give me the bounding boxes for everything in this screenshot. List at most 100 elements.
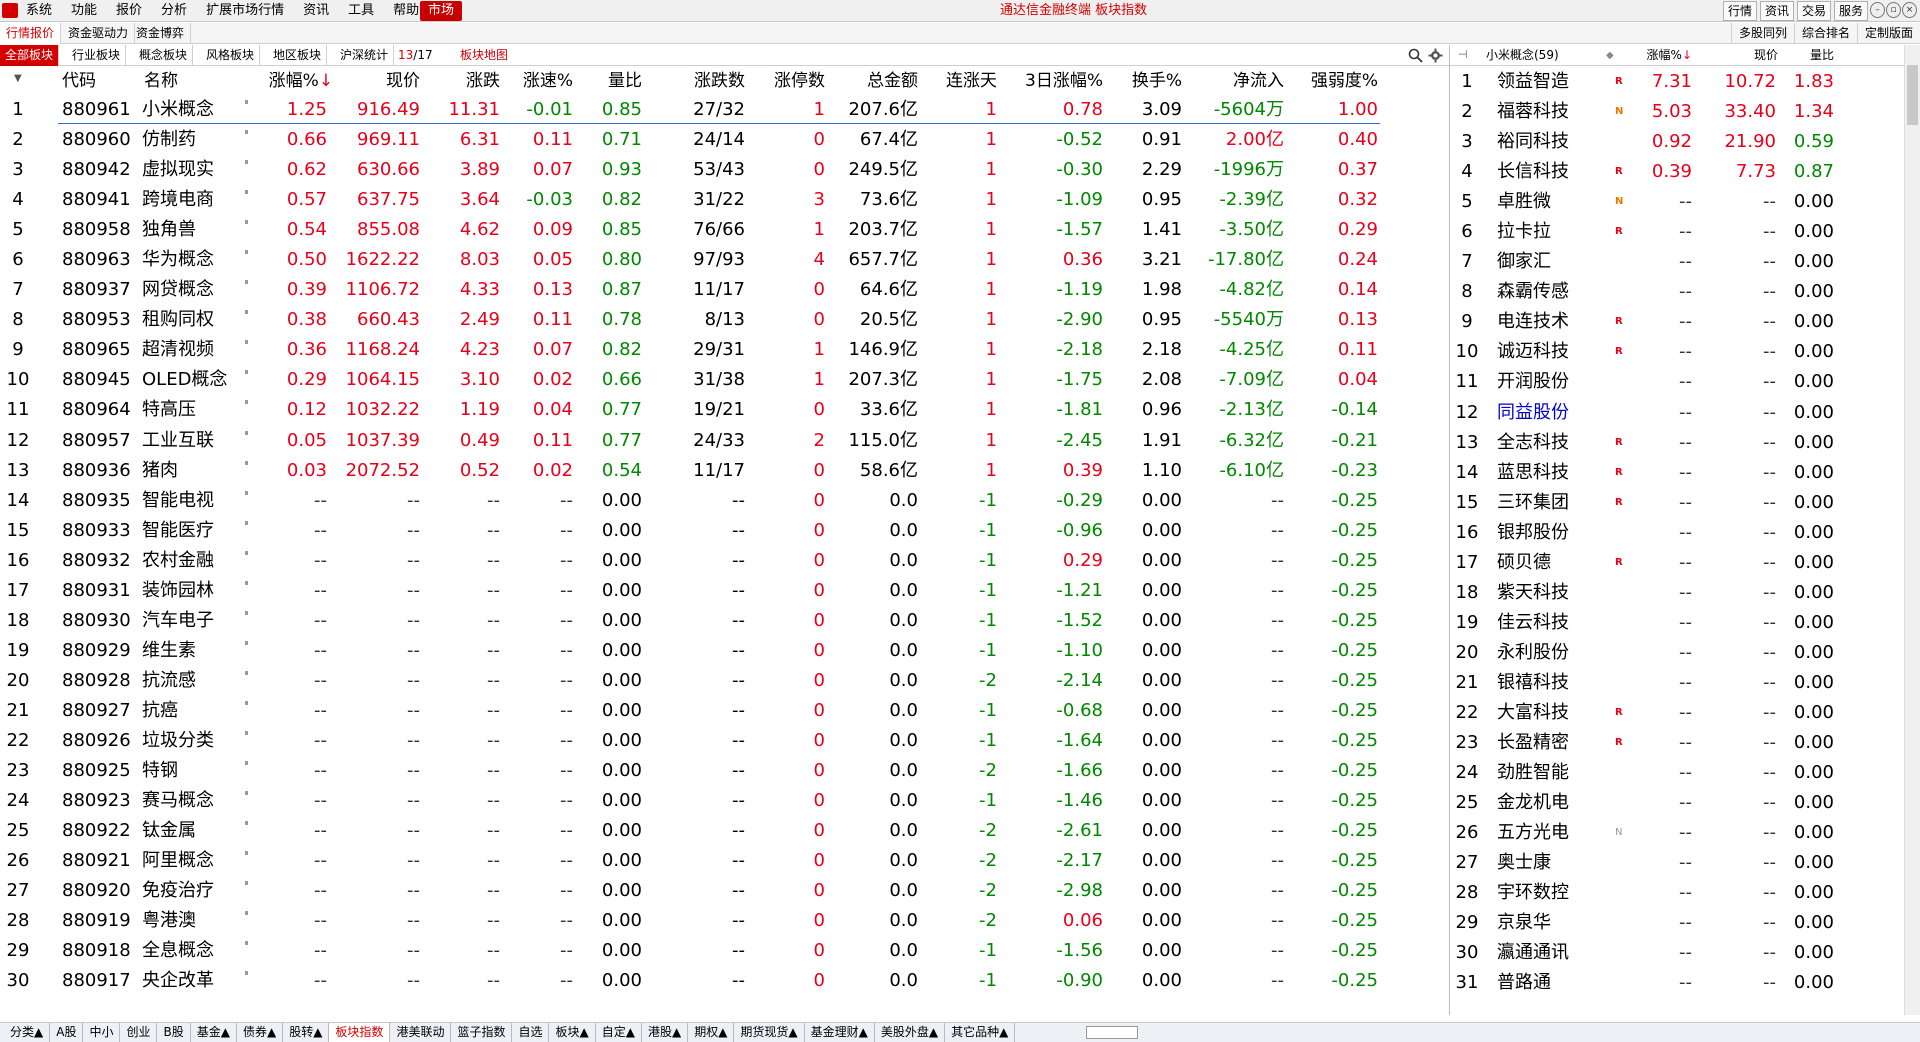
panel-splitter[interactable] bbox=[1449, 45, 1450, 1015]
sector-tab-3[interactable]: 风格板块 bbox=[201, 45, 261, 66]
gear-icon[interactable] bbox=[1428, 48, 1443, 63]
header-up-down-count[interactable]: 涨跌数 bbox=[650, 67, 745, 95]
sector-heatmap-link[interactable]: 板块地图 bbox=[460, 45, 508, 66]
table-row[interactable]: 21 880927 抗癌 -- -- -- -- 0.00 -- 0 0.0 -1 -0.68 0.00 -… bbox=[0, 696, 1449, 726]
constituent-row[interactable]: 14 蓝思科技 R -- -- 0.00 bbox=[1451, 458, 1903, 488]
constituent-row[interactable]: 23 长盈精密 R -- -- 0.00 bbox=[1451, 728, 1903, 758]
constituent-row[interactable]: 17 硕贝德 R -- -- 0.00 bbox=[1451, 548, 1903, 578]
table-row[interactable]: 11 880964 特高压 0.12 1032.22 1.19 0.04 0.77 19/21 0… bbox=[0, 395, 1449, 425]
constituent-row[interactable]: 25 金龙机电 -- -- 0.00 bbox=[1451, 788, 1903, 818]
constituent-row[interactable]: 28 宇环数控 -- -- 0.00 bbox=[1451, 878, 1903, 908]
sector-tab-2[interactable]: 概念板块 bbox=[134, 45, 194, 66]
bottom-tab-6[interactable]: 债券▲ bbox=[237, 1023, 284, 1042]
bottom-tab-2[interactable]: 中小 bbox=[83, 1023, 121, 1042]
top-button-2[interactable]: 交易 bbox=[1796, 1, 1831, 21]
sort-dropdown-icon[interactable]: ▼ bbox=[14, 73, 22, 84]
menu-item-7[interactable]: 帮助 bbox=[393, 0, 419, 22]
menu-item-1[interactable]: 功能 bbox=[71, 0, 97, 22]
header-3day-pct[interactable]: 3日涨幅% bbox=[1005, 67, 1103, 95]
constituent-row[interactable]: 9 电连技术 R -- -- 0.00 bbox=[1451, 307, 1903, 337]
table-row[interactable]: 1 880961 小米概念 1.25 916.49 11.31 -0.01 0.85 27/32… bbox=[0, 95, 1449, 125]
close-icon[interactable]: × bbox=[1902, 2, 1917, 18]
menu-item-6[interactable]: 工具 bbox=[348, 0, 374, 22]
menu-item-2[interactable]: 报价 bbox=[116, 0, 142, 22]
header-change[interactable]: 涨跌 bbox=[430, 67, 500, 95]
table-row[interactable]: 13 880936 猪肉 0.03 2072.52 0.52 0.02 0.54 11/17 0 5… bbox=[0, 456, 1449, 486]
table-row[interactable]: 29 880918 全息概念 -- -- -- -- 0.00 -- 0 0.0 -1 -1.56 0.0… bbox=[0, 936, 1449, 966]
header-limit-up-count[interactable]: 涨停数 bbox=[755, 67, 825, 95]
layout-tab-2[interactable]: 定制版面 bbox=[1856, 23, 1920, 44]
header-code[interactable]: 代码 bbox=[62, 67, 102, 95]
bottom-tab-3[interactable]: 创业 bbox=[120, 1023, 158, 1042]
bottom-tab-13[interactable]: 自定▲ bbox=[596, 1023, 642, 1042]
constituent-row[interactable]: 2 福蓉科技 N 5.03 33.40 1.34 bbox=[1451, 97, 1903, 127]
header-net-inflow[interactable]: 净流入 bbox=[1190, 67, 1284, 95]
constituent-row[interactable]: 11 开润股份 -- -- 0.00 bbox=[1451, 367, 1903, 397]
table-row[interactable]: 23 880925 特钢 -- -- -- -- 0.00 -- 0 0.0 -2 -1.66 0.00 -… bbox=[0, 756, 1449, 786]
constituent-row[interactable]: 21 银禧科技 -- -- 0.00 bbox=[1451, 668, 1903, 698]
constituent-row[interactable]: 29 京泉华 -- -- 0.00 bbox=[1451, 908, 1903, 938]
table-row[interactable]: 6 880963 华为概念 0.50 1622.22 8.03 0.05 0.80 97/93 4… bbox=[0, 245, 1449, 275]
header-turnover[interactable]: 换手% bbox=[1110, 67, 1182, 95]
table-row[interactable]: 16 880932 农村金融 -- -- -- -- 0.00 -- 0 0.0 -1 0.29 0.00… bbox=[0, 546, 1449, 576]
table-row[interactable]: 3 880942 虚拟现实 0.62 630.66 3.89 0.07 0.93 53/43 0 2… bbox=[0, 155, 1449, 185]
sector-tab-0[interactable]: 全部板块 bbox=[0, 45, 60, 66]
app-logo-icon[interactable] bbox=[2, 3, 18, 18]
minimize-icon[interactable]: – bbox=[1870, 2, 1885, 18]
constituent-row[interactable]: 13 全志科技 R -- -- 0.00 bbox=[1451, 428, 1903, 458]
table-row[interactable]: 19 880929 维生素 -- -- -- -- 0.00 -- 0 0.0 -1 -1.10 0.00… bbox=[0, 636, 1449, 666]
view-tab-0[interactable]: 行情报价 bbox=[0, 23, 62, 44]
bottom-tab-16[interactable]: 期货现货▲ bbox=[734, 1023, 805, 1042]
constituent-row[interactable]: 4 长信科技 R 0.39 7.73 0.87 bbox=[1451, 157, 1903, 187]
table-row[interactable]: 28 880919 粤港澳 -- -- -- -- 0.00 -- 0 0.0 -2 0.06 0.00 -… bbox=[0, 906, 1449, 936]
view-tab-2[interactable]: 资金博弈 bbox=[130, 23, 192, 44]
bottom-tab-0[interactable]: 分类▲ bbox=[4, 1023, 51, 1042]
pin-icon[interactable]: ⊣ bbox=[1458, 48, 1468, 61]
bottom-tab-19[interactable]: 其它品种▲ bbox=[945, 1023, 1016, 1042]
table-row[interactable]: 22 880926 垃圾分类 -- -- -- -- 0.00 -- 0 0.0 -1 -1.64 0.0… bbox=[0, 726, 1449, 756]
constituent-row[interactable]: 7 御家汇 -- -- 0.00 bbox=[1451, 247, 1903, 277]
table-row[interactable]: 24 880923 赛马概念 -- -- -- -- 0.00 -- 0 0.0 -1 -1.46 0.0… bbox=[0, 786, 1449, 816]
table-row[interactable]: 26 880921 阿里概念 -- -- -- -- 0.00 -- 0 0.0 -2 -2.17 0.0… bbox=[0, 846, 1449, 876]
sector-tab-4[interactable]: 地区板块 bbox=[268, 45, 328, 66]
scrollbar-thumb[interactable] bbox=[1907, 65, 1918, 125]
constituent-row[interactable]: 6 拉卡拉 R -- -- 0.00 bbox=[1451, 217, 1903, 247]
header-volume-ratio[interactable]: 量比 bbox=[580, 67, 642, 95]
constituent-row[interactable]: 18 紫天科技 -- -- 0.00 bbox=[1451, 578, 1903, 608]
horizontal-scrollbar[interactable] bbox=[1086, 1026, 1138, 1039]
layout-tab-0[interactable]: 多股同列 bbox=[1730, 23, 1794, 44]
vertical-scrollbar[interactable] bbox=[1904, 45, 1920, 1015]
top-button-0[interactable]: 行情 bbox=[1722, 1, 1757, 21]
market-button[interactable]: 市场 bbox=[420, 1, 463, 21]
top-button-1[interactable]: 资讯 bbox=[1759, 1, 1794, 21]
layout-tab-1[interactable]: 综合排名 bbox=[1793, 23, 1857, 44]
menu-item-0[interactable]: 系统 bbox=[26, 0, 52, 22]
constituent-row[interactable]: 31 普路通 -- -- 0.00 bbox=[1451, 968, 1903, 998]
bottom-tab-14[interactable]: 港股▲ bbox=[642, 1023, 689, 1042]
sub-header-price[interactable]: 现价 bbox=[1720, 45, 1778, 66]
header-streak-days[interactable]: 连涨天 bbox=[925, 67, 997, 95]
menu-item-5[interactable]: 资讯 bbox=[303, 0, 329, 22]
bottom-tab-12[interactable]: 板块▲ bbox=[549, 1023, 596, 1042]
constituent-row[interactable]: 19 佳云科技 -- -- 0.00 bbox=[1451, 608, 1903, 638]
header-name[interactable]: 名称 bbox=[144, 67, 194, 95]
header-price[interactable]: 现价 bbox=[340, 67, 420, 95]
table-row[interactable]: 2 880960 仿制药 0.66 969.11 6.31 0.11 0.71 24/14 0 67… bbox=[0, 125, 1449, 155]
bottom-tab-15[interactable]: 期权▲ bbox=[688, 1023, 735, 1042]
bottom-tab-11[interactable]: 自选 bbox=[512, 1023, 550, 1042]
bottom-tab-8[interactable]: 板块指数 bbox=[329, 1023, 391, 1042]
table-row[interactable]: 10 880945 OLED概念 0.29 1064.15 3.10 0.02 0.66 31/… bbox=[0, 365, 1449, 395]
constituent-row[interactable]: 15 三环集团 R -- -- 0.00 bbox=[1451, 488, 1903, 518]
table-row[interactable]: 15 880933 智能医疗 -- -- -- -- 0.00 -- 0 0.0 -1 -0.96 0.0… bbox=[0, 516, 1449, 546]
constituent-row[interactable]: 27 奥士康 -- -- 0.00 bbox=[1451, 848, 1903, 878]
constituent-row[interactable]: 3 裕同科技 0.92 21.90 0.59 bbox=[1451, 127, 1903, 157]
bottom-tab-17[interactable]: 基金理财▲ bbox=[805, 1023, 875, 1042]
bottom-tab-9[interactable]: 港美联动 bbox=[390, 1023, 452, 1042]
constituent-row[interactable]: 12 同益股份 -- -- 0.00 bbox=[1451, 398, 1903, 428]
constituent-row[interactable]: 1 领益智造 R 7.31 10.72 1.83 bbox=[1451, 67, 1903, 97]
table-row[interactable]: 9 880965 超清视频 0.36 1168.24 4.23 0.07 0.82 29/31 1… bbox=[0, 335, 1449, 365]
sub-header-pct[interactable]: 涨幅%↓ bbox=[1640, 45, 1692, 66]
table-row[interactable]: 12 880957 工业互联 0.05 1037.39 0.49 0.11 0.77 24/33… bbox=[0, 426, 1449, 456]
table-row[interactable]: 5 880958 独角兽 0.54 855.08 4.62 0.09 0.85 76/66 1 20… bbox=[0, 215, 1449, 245]
constituent-row[interactable]: 8 森霸传感 -- -- 0.00 bbox=[1451, 277, 1903, 307]
